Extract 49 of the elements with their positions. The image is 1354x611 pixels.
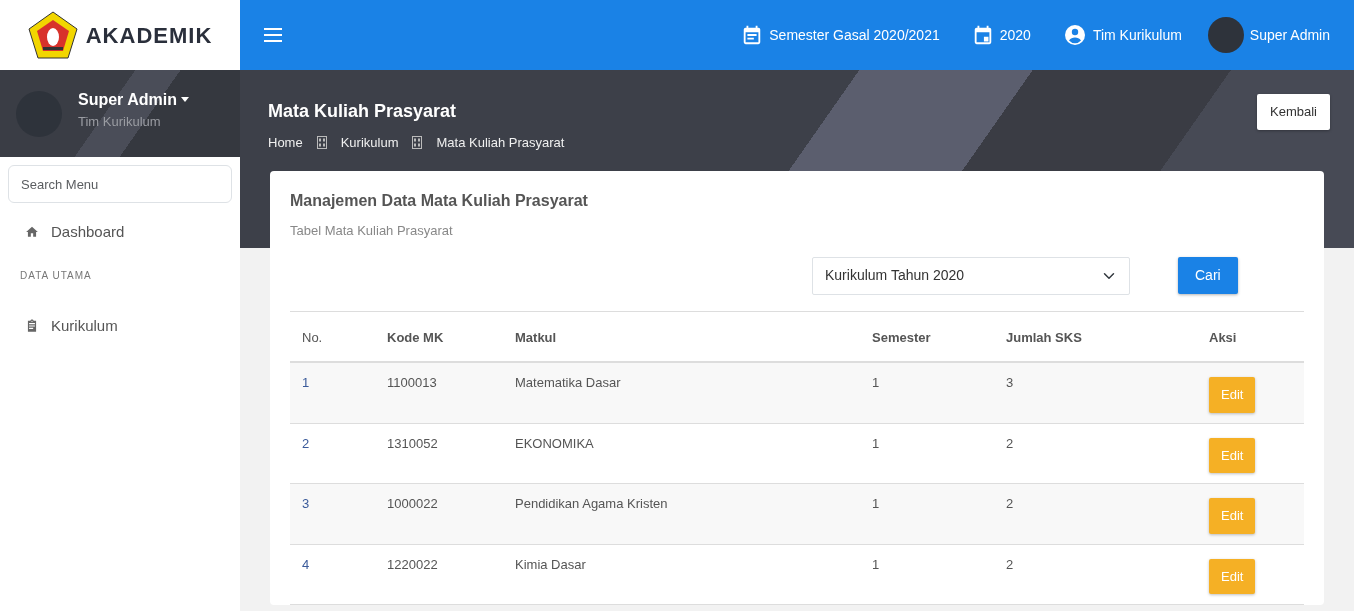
table-cell: 1 xyxy=(872,556,880,572)
topbar-link[interactable]: Semester Gasal 2020/2021 xyxy=(769,24,940,46)
sidebar-link[interactable]: Dashboard xyxy=(51,221,125,244)
menu-icon[interactable] xyxy=(264,28,282,42)
table-cell: 3 xyxy=(1006,375,1014,390)
table-cell: 3 xyxy=(302,496,310,511)
table-cell: 1 xyxy=(872,375,880,390)
breadcrumb-item: Mata Kuliah Prasyarat xyxy=(436,134,565,152)
user-name[interactable]: Super Admin xyxy=(78,87,177,112)
breadcrumb-item[interactable]: Home xyxy=(268,133,303,153)
separator-icon xyxy=(316,136,327,150)
table-cell: 2 xyxy=(1006,496,1014,511)
table-cell: Kimia Dasar xyxy=(515,556,586,572)
curriculum-select[interactable]: Kurikulum Tahun 2020 xyxy=(812,256,1130,295)
breadcrumb-item[interactable]: Kurikulum xyxy=(340,133,399,153)
table-cell: 1 xyxy=(872,496,880,511)
home-icon xyxy=(25,225,39,240)
table-cell: Matematika Dasar xyxy=(515,375,621,390)
table-cell: Pendidikan Agama Kristen xyxy=(515,496,668,511)
card-title: Manajemen Data Mata Kuliah Prasyarat xyxy=(290,191,589,211)
page-title: Mata Kuliah Prasyarat xyxy=(268,100,458,123)
table-cell: 1 xyxy=(302,375,310,390)
topbar-link[interactable]: 2020 xyxy=(999,24,1031,46)
search-field[interactable]: Search Menu xyxy=(8,165,232,203)
table-cell: 1310052 xyxy=(387,435,438,451)
avatar[interactable] xyxy=(1207,17,1244,53)
card-subtitle: Tabel Mata Kuliah Prasyarat xyxy=(290,222,454,240)
back-button[interactable]: Kembali xyxy=(1257,94,1330,130)
table-cell: 1 xyxy=(872,435,880,451)
table-cell: 2 xyxy=(1006,435,1014,451)
separator-icon xyxy=(412,136,423,150)
topbar-link[interactable]: Tim Kurikulum xyxy=(1092,24,1182,46)
account-icon xyxy=(1062,23,1087,47)
caret-icon[interactable] xyxy=(180,97,189,103)
table-cell: 4 xyxy=(302,556,310,572)
table-cell: 1000022 xyxy=(387,496,438,511)
table-cell: 2 xyxy=(302,435,310,451)
table-cell: 1100013 xyxy=(387,375,437,390)
logo-icon xyxy=(27,11,78,59)
sidebar-heading: DATA UTAMA xyxy=(19,268,93,283)
topbar-link[interactable]: Super Admin xyxy=(1249,24,1330,46)
sidebar-link[interactable]: Kurikulum xyxy=(51,314,118,337)
clipboard-icon xyxy=(25,318,39,333)
table-cell: EKONOMIKA xyxy=(515,435,594,451)
user-role: Tim Kurikulum xyxy=(78,112,162,131)
search-button[interactable]: Cari xyxy=(1178,257,1238,294)
table-cell: 1220022 xyxy=(387,556,438,572)
brand-title: AKADEMIK xyxy=(85,21,213,50)
table-cell: 2 xyxy=(1006,556,1014,572)
